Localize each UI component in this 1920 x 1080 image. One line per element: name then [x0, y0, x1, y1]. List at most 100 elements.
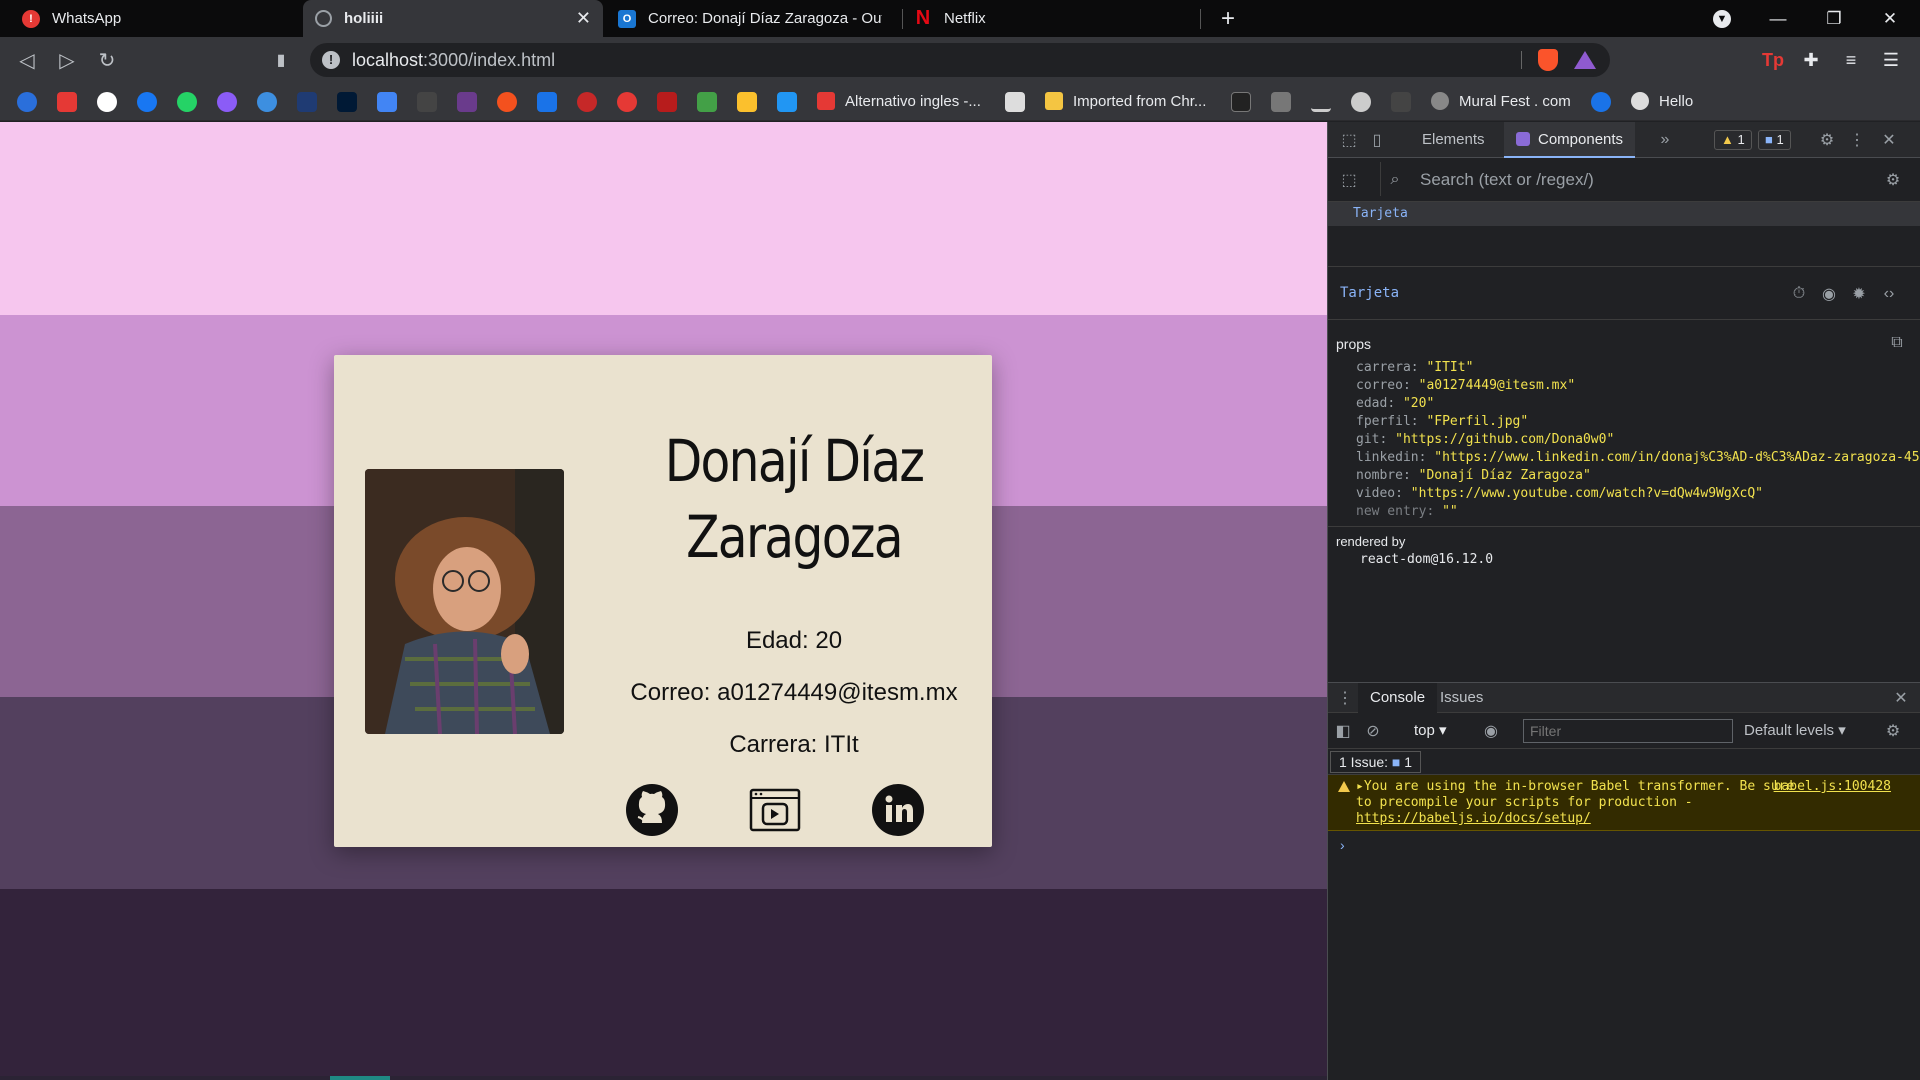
bookmark-refresh-icon[interactable] [617, 92, 637, 112]
reload-button[interactable]: ↻ [94, 47, 120, 73]
search-input[interactable]: Search (text or /regex/) [1420, 170, 1594, 190]
bookmark-triangle-icon[interactable] [1311, 92, 1331, 112]
source-code-icon[interactable]: ‹› [1880, 285, 1898, 303]
tab-netflix[interactable]: N Netflix [902, 0, 1192, 37]
tab-components[interactable]: Components [1504, 122, 1636, 158]
brave-rewards-icon[interactable] [1574, 51, 1596, 69]
eye-icon[interactable]: ◉ [1820, 285, 1838, 303]
console-settings-icon[interactable]: ⚙ [1884, 722, 1902, 740]
bookmark-globe-icon[interactable] [1351, 92, 1371, 112]
github-icon[interactable] [625, 783, 679, 837]
bookmark-messenger-icon[interactable] [217, 92, 237, 112]
bookmark-calendar-icon[interactable] [777, 92, 797, 112]
bookmark-docs-icon[interactable] [537, 92, 557, 112]
bookmark-myanimelist-icon[interactable] [297, 92, 317, 112]
restore-button[interactable]: ❐ [1806, 0, 1862, 37]
console-prompt[interactable]: › [1340, 837, 1345, 853]
tab-issues[interactable]: Issues [1428, 683, 1495, 713]
select-component-icon[interactable]: ⬚ [1340, 171, 1358, 189]
close-window-button[interactable]: ✕ [1862, 0, 1918, 37]
brave-shields-icon[interactable] [1538, 49, 1558, 71]
timer-icon[interactable]: ⏱ [1790, 285, 1808, 303]
bookmark-game-icon[interactable] [457, 92, 477, 112]
prop-row[interactable]: linkedin: "https://www.linkedin.com/in/d… [1356, 450, 1920, 465]
bookmark-m-icon[interactable] [1391, 92, 1411, 112]
address-bar[interactable]: ! localhost:3000/index.html [310, 43, 1610, 77]
context-selector[interactable]: top ▾ [1414, 721, 1447, 739]
video-icon[interactable] [748, 783, 802, 837]
bookmark-wheel-icon[interactable] [577, 92, 597, 112]
bookmark-hello[interactable]: Hello [1631, 92, 1693, 110]
bookmark-diamond-icon[interactable] [657, 92, 677, 112]
tab-whatsapp[interactable]: ! WhatsApp [10, 0, 300, 37]
prop-row[interactable]: edad: "20" [1356, 396, 1434, 411]
bookmark-cat-icon[interactable] [1005, 92, 1025, 112]
tab-search-button[interactable]: ▼ [1694, 0, 1750, 37]
bookmark-camera-icon[interactable] [417, 92, 437, 112]
page-scrollbar[interactable] [0, 1076, 1327, 1080]
bookmark-whatsapp-icon[interactable] [177, 92, 197, 112]
device-toolbar-icon[interactable]: ▯ [1368, 131, 1386, 149]
bookmark-mural-fest[interactable]: Mural Fest . com [1431, 92, 1571, 110]
bookmark-facebook-icon[interactable] [137, 92, 157, 112]
more-tabs-icon[interactable]: » [1656, 131, 1674, 149]
copy-icon[interactable]: ⧉ [1888, 334, 1906, 352]
info-icon[interactable]: ! [322, 51, 340, 69]
extensions-puzzle-icon[interactable]: ✚ [1800, 49, 1822, 71]
bookmark-alternativo[interactable]: Alternativo ingles -... [817, 92, 981, 110]
extension-tp-icon[interactable]: Tp [1762, 49, 1784, 71]
tree-node-tarjeta[interactable]: Tarjeta [1328, 202, 1920, 226]
bookmark-c-icon[interactable] [17, 92, 37, 112]
prop-row[interactable]: git: "https://github.com/Dona0w0" [1356, 432, 1614, 447]
console-filter-input[interactable] [1523, 719, 1733, 743]
minimize-button[interactable]: — [1750, 0, 1806, 37]
new-entry-row[interactable]: new entry: "" [1356, 504, 1458, 519]
clear-console-icon[interactable]: ⊘ [1364, 722, 1382, 740]
bookmark-grid-icon[interactable] [697, 92, 717, 112]
close-devtools-icon[interactable]: ✕ [1880, 131, 1898, 149]
media-control-icon[interactable]: ≡ [1840, 49, 1862, 71]
bookmark-bars-icon[interactable] [737, 92, 757, 112]
live-expression-eye-icon[interactable]: ◉ [1482, 722, 1500, 740]
bookmark-translate-icon[interactable] [377, 92, 397, 112]
bookmark-youtube-icon[interactable] [57, 92, 77, 112]
warnings-badge[interactable]: ▲ 1 [1714, 130, 1752, 150]
new-tab-button[interactable]: + [1200, 0, 1256, 37]
bookmark-tumblr-icon[interactable] [337, 92, 357, 112]
tab-console[interactable]: Console [1358, 683, 1438, 713]
settings-gear-icon[interactable]: ⚙ [1818, 131, 1836, 149]
bookmark-dots-icon[interactable] [497, 92, 517, 112]
components-settings-icon[interactable]: ⚙ [1884, 171, 1902, 189]
issues-button[interactable]: 1 Issue: ■ 1 [1330, 751, 1422, 773]
sidebar-toggle-icon[interactable]: ◧ [1334, 722, 1352, 740]
prop-row[interactable]: fperfil: "FPerfil.jpg" [1356, 414, 1528, 429]
warning-source-link[interactable]: babel.js:100428 [1774, 779, 1891, 794]
bookmark-imported[interactable]: Imported from Chr... [1045, 92, 1206, 110]
prop-row[interactable]: carrera: "ITIt" [1356, 360, 1473, 375]
tab-outlook[interactable]: O Correo: Donají Díaz Zaragoza - Outloo [606, 0, 896, 37]
bookmark-icon[interactable]: ▮ [268, 47, 294, 73]
bookmark-google-icon[interactable] [97, 92, 117, 112]
menu-icon[interactable]: ☰ [1880, 49, 1902, 71]
bookmark-art-icon[interactable] [1271, 92, 1291, 112]
prop-row[interactable]: nombre: "Donají Díaz Zaragoza" [1356, 468, 1591, 483]
close-tab-icon[interactable]: ✕ [576, 8, 591, 29]
inspect-element-icon[interactable]: ⬚ [1340, 131, 1358, 149]
babel-docs-link[interactable]: https://babeljs.io/docs/setup/ [1356, 811, 1591, 826]
bookmark-chat-icon[interactable] [257, 92, 277, 112]
bug-icon[interactable]: ✹ [1850, 285, 1868, 303]
drawer-menu-icon[interactable]: ⋮ [1336, 689, 1354, 707]
tab-elements[interactable]: Elements [1410, 122, 1497, 158]
kebab-menu-icon[interactable]: ⋮ [1848, 131, 1866, 149]
bookmark-bolt-icon[interactable] [1591, 92, 1611, 112]
linkedin-icon[interactable] [871, 783, 925, 837]
prop-row[interactable]: correo: "a01274449@itesm.mx" [1356, 378, 1575, 393]
messages-badge[interactable]: ■ 1 [1758, 130, 1791, 150]
bookmark-notion-icon[interactable] [1231, 92, 1251, 112]
prop-row[interactable]: video: "https://www.youtube.com/watch?v=… [1356, 486, 1763, 501]
close-drawer-icon[interactable]: ✕ [1892, 689, 1910, 707]
log-levels-dropdown[interactable]: Default levels ▾ [1744, 721, 1846, 739]
scrollbar-thumb[interactable] [330, 1076, 390, 1080]
back-button[interactable]: ◁ [14, 47, 40, 73]
tab-holiiii[interactable]: holiiii ✕ [303, 0, 603, 37]
